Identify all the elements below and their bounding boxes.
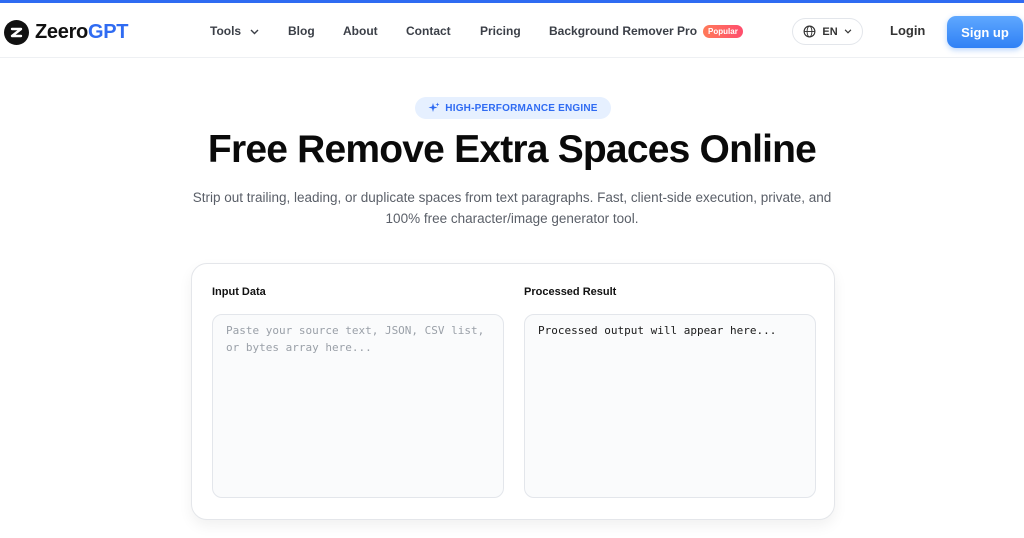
output-text: Processed output will appear here... [538,324,777,337]
nav-background-remover[interactable]: Background Remover Pro Popular [549,24,743,38]
engine-badge-label: HIGH-PERFORMANCE ENGINE [445,102,598,114]
logo-icon [4,20,29,45]
nav-blog[interactable]: Blog [288,24,315,38]
input-label: Input Data [212,286,266,298]
site-header: ZeeroGPT Tools Blog About Contact Pricin… [0,3,1024,58]
logo[interactable]: ZeeroGPT [4,20,128,45]
signup-button[interactable]: Sign up [947,16,1023,48]
globe-icon [803,25,816,38]
logo-text-part1: Zeero [35,21,88,43]
chevron-down-icon [250,29,259,35]
page-title: Free Remove Extra Spaces Online [207,128,817,171]
engine-badge: HIGH-PERFORMANCE ENGINE [415,97,611,119]
language-value: EN [822,25,838,38]
login-link[interactable]: Login [890,23,925,38]
output-label: Processed Result [524,286,617,298]
subtitle-line-1: Strip out trailing, leading, or duplicat… [192,190,832,205]
nav-contact[interactable]: Contact [406,24,451,38]
input-placeholder: Paste your source text, JSON, CSV list, … [226,324,485,354]
logo-text: ZeeroGPT [35,21,128,44]
nav-background-remover-label: Background Remover Pro [549,24,698,38]
chevron-down-icon [844,29,851,34]
sparkle-icon [428,102,440,112]
output-area[interactable]: Processed output will appear here... [524,314,816,498]
language-selector[interactable]: EN [792,18,863,45]
nav-pricing[interactable]: Pricing [480,24,521,38]
input-textarea[interactable]: Paste your source text, JSON, CSV list, … [212,314,504,498]
page-subtitle: Strip out trailing, leading, or duplicat… [190,187,834,229]
nav-tools[interactable]: Tools [210,24,259,38]
subtitle-line-2: 100% free character/image generator tool… [385,211,639,226]
nav-about[interactable]: About [343,24,378,38]
nav-tools-label: Tools [210,24,242,38]
popular-badge: Popular [703,25,743,38]
logo-text-part2: GPT [87,21,129,43]
